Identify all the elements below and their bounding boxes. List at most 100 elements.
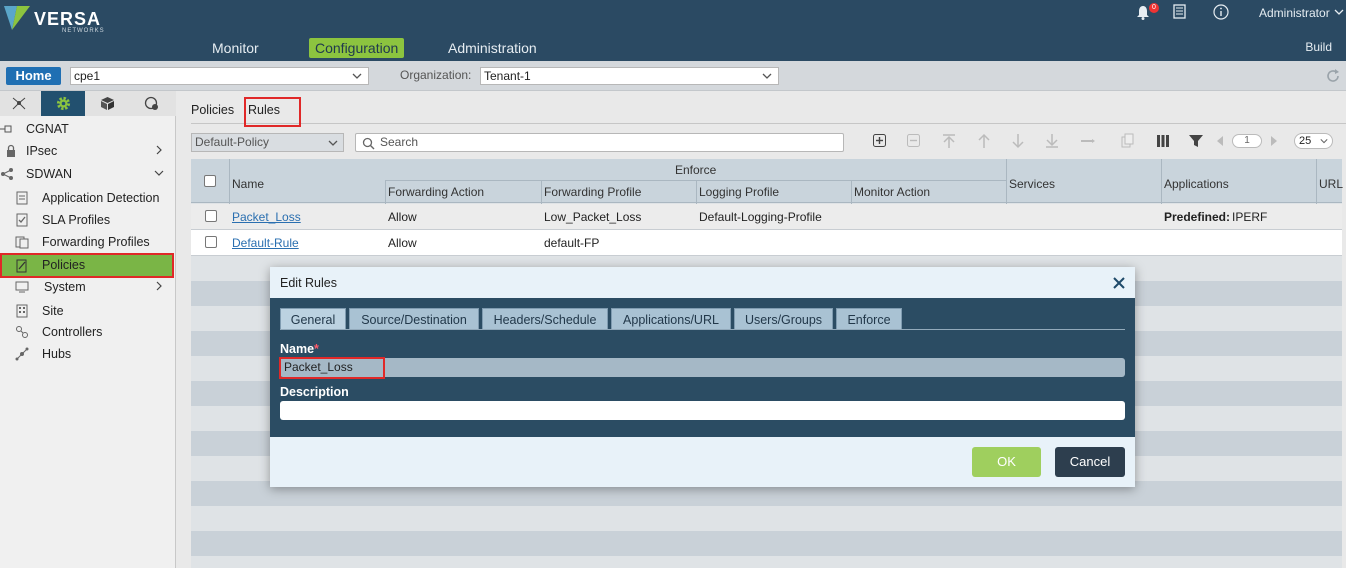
forwarding-action-cell: Allow	[388, 236, 417, 250]
sidebar-item-sdwan[interactable]: SDWAN	[0, 164, 176, 184]
tab-services[interactable]	[129, 91, 173, 116]
organization-label: Organization:	[400, 68, 472, 82]
previous-page-icon[interactable]	[1212, 133, 1228, 149]
name-field[interactable]: Packet_Loss	[280, 358, 1125, 377]
chevron-down-icon[interactable]	[1334, 9, 1344, 16]
sidebar-tabs	[0, 91, 176, 116]
document-icon[interactable]	[1173, 4, 1186, 19]
dialog-title: Edit Rules	[280, 276, 337, 290]
nav-administration[interactable]: Administration	[448, 38, 537, 58]
tab-network[interactable]	[0, 91, 44, 116]
sidebar-item-label: SDWAN	[26, 167, 73, 181]
select-all-checkbox[interactable]	[204, 175, 216, 187]
refresh-icon[interactable]	[1325, 68, 1341, 84]
tab-applications-url[interactable]: Applications/URL	[611, 308, 731, 330]
tab-enforce[interactable]: Enforce	[836, 308, 902, 330]
chevron-right-icon	[156, 145, 162, 155]
nav-configuration[interactable]: Configuration	[309, 38, 405, 58]
logging-profile-cell: Default-Logging-Profile	[699, 210, 822, 224]
device-select[interactable]: cpe1	[70, 67, 369, 85]
ok-button[interactable]: OK	[972, 447, 1041, 477]
empty-row	[191, 506, 1342, 531]
name-field-highlight	[279, 357, 385, 379]
home-button[interactable]: Home	[6, 67, 61, 85]
chevron-right-icon	[156, 281, 162, 291]
move-top-icon[interactable]	[941, 133, 957, 149]
name-label: Name*	[280, 342, 319, 356]
forwarding-profile-cell: default-FP	[544, 236, 600, 250]
network-icon	[12, 97, 26, 110]
sidebar-item-system[interactable]: System	[0, 277, 176, 297]
policy-select-value: Default-Policy	[195, 135, 270, 149]
top-header: VERSA NETWORKS Monitor Configuration Adm…	[0, 0, 1346, 61]
user-menu[interactable]: Administrator	[1259, 6, 1330, 20]
tab-policies[interactable]: Policies	[191, 103, 234, 117]
move-down-icon[interactable]	[1010, 133, 1026, 149]
sdwan-icon	[1, 168, 13, 180]
close-icon[interactable]	[1113, 277, 1125, 289]
col-applications[interactable]: Applications	[1164, 177, 1229, 191]
description-field[interactable]	[280, 401, 1125, 420]
chevron-down-icon	[154, 170, 164, 176]
filter-icon[interactable]	[1188, 133, 1204, 149]
policies-icon	[16, 259, 27, 273]
table-row[interactable]: Packet_Loss Allow Low_Packet_Loss Defaul…	[191, 204, 1342, 230]
row-checkbox[interactable]	[205, 210, 217, 222]
col-services[interactable]: Services	[1009, 177, 1055, 191]
cube-icon	[101, 97, 114, 110]
forwarding-action-cell: Allow	[388, 210, 417, 224]
applications-prefix: Predefined:	[1164, 210, 1231, 224]
col-forwarding-profile[interactable]: Forwarding Profile	[544, 185, 641, 199]
sidebar-item-label: CGNAT	[26, 122, 69, 136]
globe-gear-icon	[144, 96, 158, 110]
cancel-button[interactable]: Cancel	[1055, 447, 1125, 477]
chevron-down-icon	[1320, 139, 1328, 144]
col-name[interactable]: Name	[232, 177, 264, 191]
tab-general[interactable]: General	[280, 308, 346, 330]
col-logging-profile[interactable]: Logging Profile	[699, 185, 779, 199]
page-size-value: 25	[1299, 135, 1312, 147]
nav-monitor[interactable]: Monitor	[212, 38, 259, 58]
sidebar-item-ipsec[interactable]: IPsec	[0, 141, 176, 161]
sidebar-item-label: SLA Profiles	[42, 213, 111, 227]
context-bar: Home cpe1 Organization: Tenant-1	[0, 61, 1346, 91]
col-forwarding-action[interactable]: Forwarding Action	[388, 185, 484, 199]
move-bottom-icon[interactable]	[1044, 133, 1060, 149]
name-label-text: Name	[280, 342, 315, 356]
build-link[interactable]: Build	[1305, 40, 1332, 54]
versa-logo[interactable]: VERSA NETWORKS	[4, 4, 124, 34]
columns-icon[interactable]	[1155, 133, 1171, 149]
organization-select[interactable]: Tenant-1	[480, 67, 779, 85]
page-number-input[interactable]: 1	[1232, 134, 1262, 148]
rule-name-link[interactable]: Packet_Loss	[232, 210, 301, 224]
col-url[interactable]: URL	[1319, 177, 1343, 191]
rule-name-link[interactable]: Default-Rule	[232, 236, 299, 250]
tab-source-destination[interactable]: Source/Destination	[349, 308, 479, 330]
sidebar-item-label: System	[44, 280, 86, 294]
col-monitor-action[interactable]: Monitor Action	[854, 185, 930, 199]
sidebar-item-label: Forwarding Profiles	[42, 235, 150, 249]
rules-tab-highlight	[244, 97, 301, 127]
tab-configuration[interactable]	[41, 91, 85, 116]
app-detection-icon	[16, 191, 28, 205]
table-row[interactable]: Default-Rule Allow default-FP	[191, 230, 1342, 256]
next-page-icon[interactable]	[1266, 133, 1282, 149]
sidebar-item-label: Controllers	[42, 325, 103, 339]
tab-users-groups[interactable]: Users/Groups	[734, 308, 833, 330]
sidebar-item-policies[interactable]: Policies	[0, 253, 174, 278]
sidebar-item-label: Policies	[42, 258, 86, 272]
copy-icon[interactable]	[1120, 133, 1136, 149]
bell-icon[interactable]	[1136, 5, 1150, 20]
move-up-icon[interactable]	[976, 133, 992, 149]
policy-select[interactable]: Default-Policy	[191, 133, 344, 152]
tab-objects[interactable]	[85, 91, 129, 116]
tab-headers-schedule[interactable]: Headers/Schedule	[482, 308, 608, 330]
info-icon[interactable]	[1213, 4, 1229, 20]
insert-icon[interactable]	[1080, 133, 1096, 149]
add-icon[interactable]	[872, 133, 888, 149]
search-input[interactable]: Search	[355, 133, 844, 152]
remove-icon[interactable]	[906, 133, 922, 149]
row-checkbox[interactable]	[205, 236, 217, 248]
page-size-select[interactable]: 25	[1294, 133, 1333, 149]
empty-row	[191, 556, 1342, 568]
